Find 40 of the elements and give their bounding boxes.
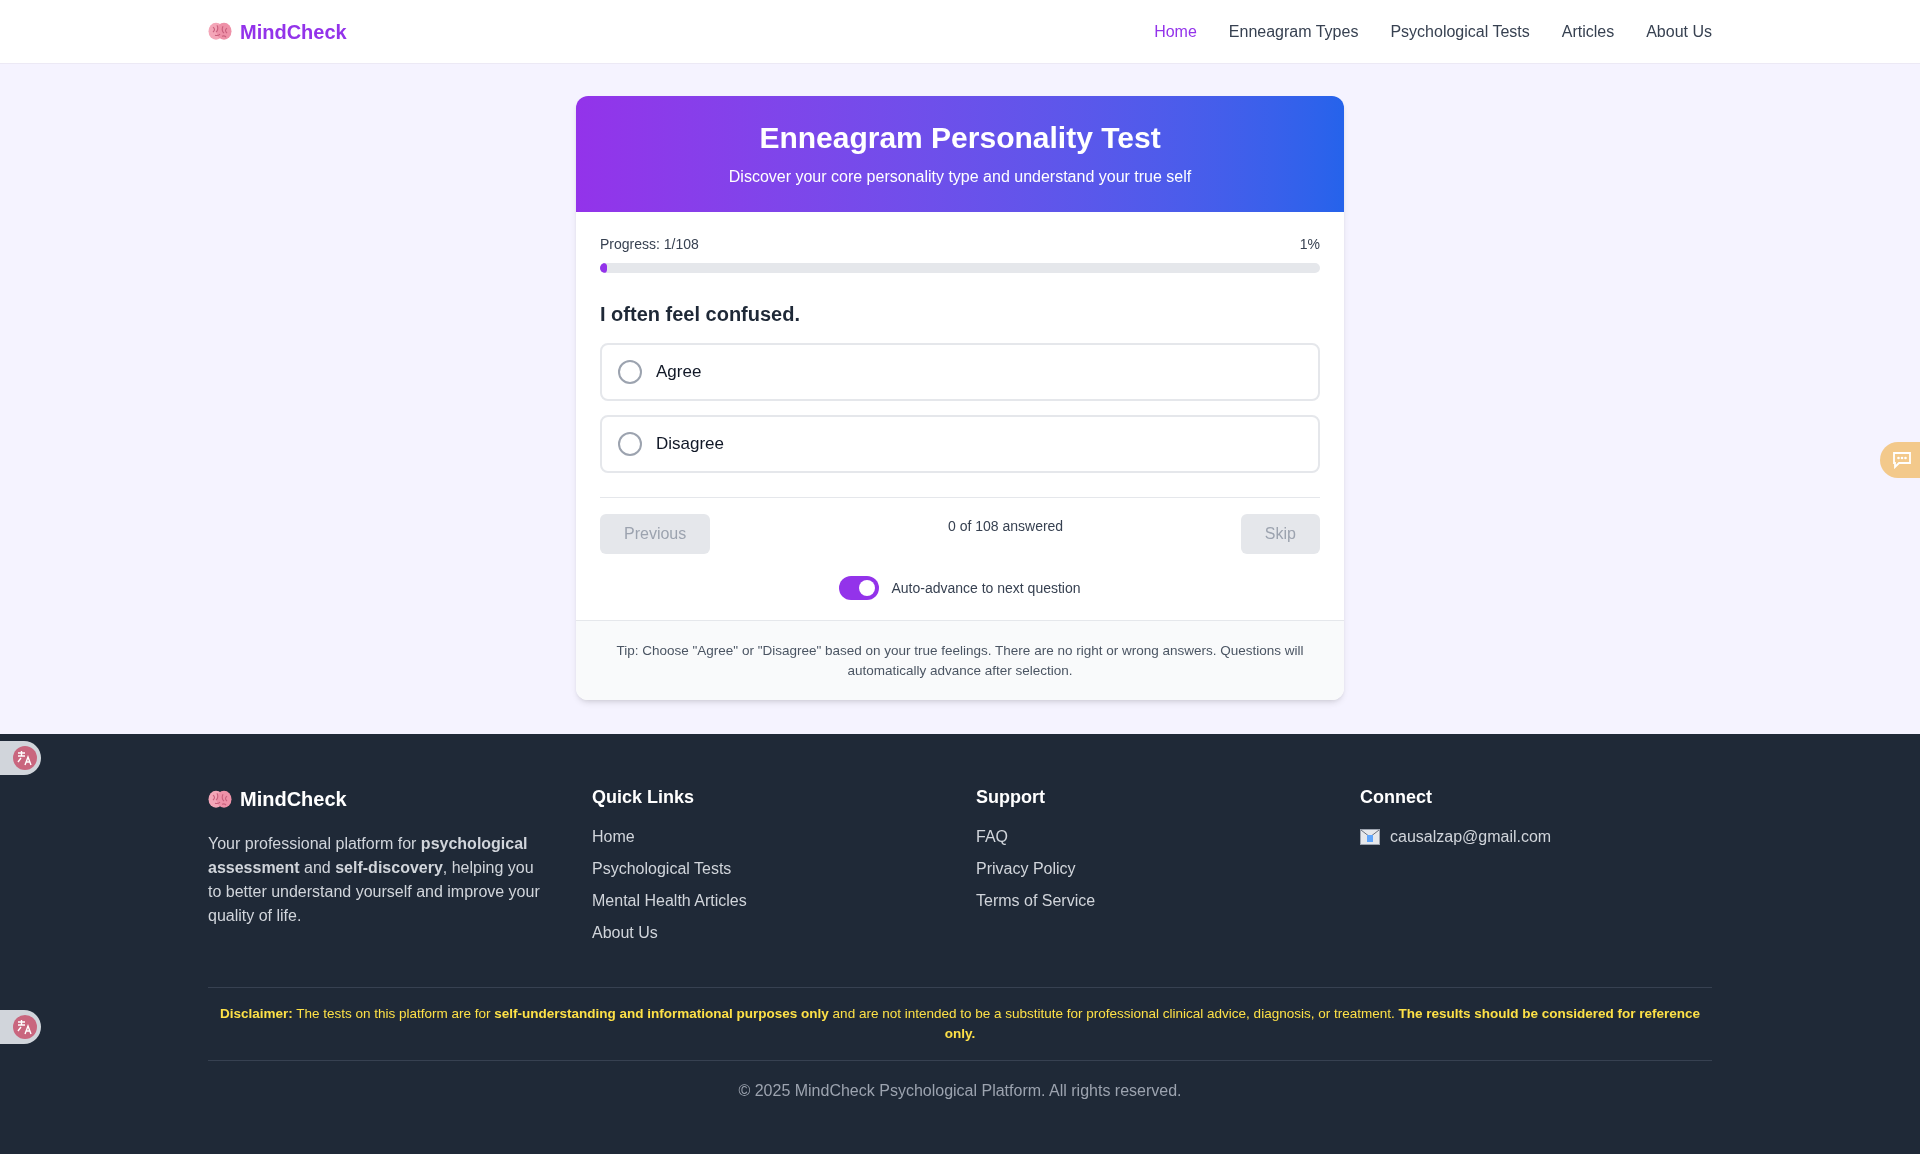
answer-option[interactable]: Disagree	[600, 415, 1320, 473]
footer-link[interactable]: Privacy Policy	[976, 857, 1076, 881]
email-link[interactable]: causalzap@gmail.com	[1390, 825, 1552, 849]
footer-link[interactable]: Psychological Tests	[592, 857, 732, 881]
brand-logo[interactable]: MindCheck	[240, 16, 347, 47]
footer-link[interactable]: About Us	[592, 921, 658, 945]
footer-heading: Connect	[1360, 786, 1433, 809]
toggle-label: Auto-advance to next question	[891, 578, 1081, 598]
test-title: Enneagram Personality Test	[759, 120, 1161, 157]
footer-about: Your professional platform for psychological assessment and self-discovery, helping you to better understand yourself and improve your quality of life.	[208, 834, 541, 926]
nav-link[interactable]: Enneagram Types	[1228, 19, 1359, 44]
footer-link[interactable]: Home	[592, 825, 635, 849]
copyright-text: © 2025 MindCheck Psychological Platform. All rights reserved.	[738, 1081, 1182, 1101]
question-text: I often feel confused.	[600, 302, 802, 327]
footer-link[interactable]: Mental Health Articles	[592, 889, 747, 913]
brain-icon	[208, 788, 232, 810]
footer-link[interactable]: FAQ	[976, 825, 1008, 849]
footer-link[interactable]: Terms of Service	[976, 889, 1096, 913]
answered-count: 0 of 108 answered	[947, 517, 1064, 536]
progress-percent: 1%	[1299, 235, 1320, 254]
translate-icon	[13, 746, 37, 770]
nav-link[interactable]: Home	[1154, 19, 1197, 44]
nav-link[interactable]: Articles	[1561, 19, 1615, 44]
footer-heading: Quick Links	[592, 786, 696, 809]
envelope-icon	[1360, 829, 1380, 845]
brain-icon	[208, 21, 232, 42]
toggle-switch[interactable]	[839, 576, 880, 600]
nav-link[interactable]: About Us	[1646, 19, 1712, 44]
disclaimer-text: Disclaimer: The tests on this platform are for self-understanding and informational purposes only and are not intended to be a substitute for professional clinical advice, diagnosis, or treatment. The results should be considered for reference only.	[218, 1005, 1702, 1043]
chat-icon	[1892, 451, 1912, 469]
nav-link[interactable]: Psychological Tests	[1390, 19, 1530, 44]
translate-icon	[13, 1015, 37, 1039]
progress-label: Progress: 1/108	[600, 235, 699, 254]
test-subtitle: Discover your core personality type and understand your true self	[728, 166, 1192, 187]
translate-widget[interactable]	[0, 1010, 41, 1044]
translate-widget[interactable]	[0, 741, 41, 775]
tip-text: Tip: Choose "Agree" or "Disagree" based on your true feelings. There are no right or wrong answers. Questions will automatically advance after selection.	[615, 641, 1305, 680]
footer-brand: MindCheck	[240, 787, 347, 812]
answer-option[interactable]: Agree	[600, 343, 1320, 401]
footer-heading: Support	[976, 786, 1046, 809]
